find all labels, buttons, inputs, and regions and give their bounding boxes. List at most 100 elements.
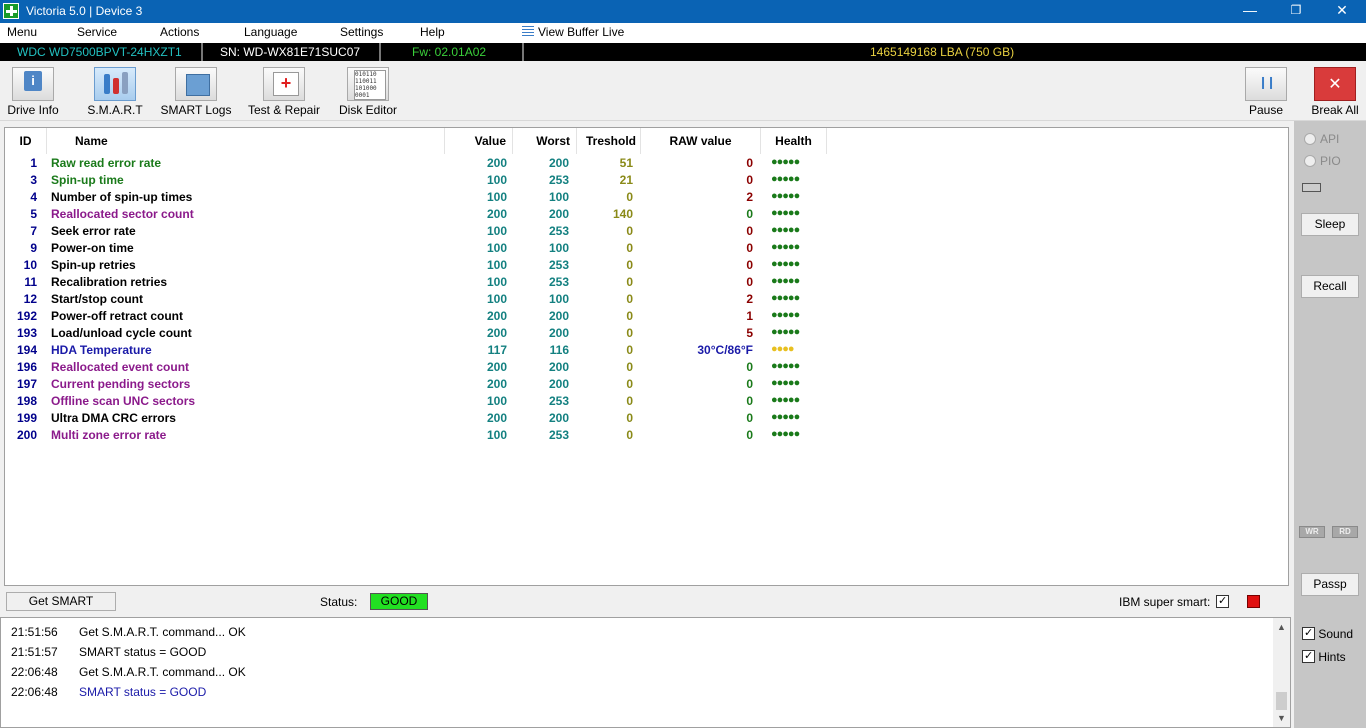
status-label: Status: <box>320 595 358 609</box>
pause-button[interactable]: Pause <box>1244 67 1288 117</box>
menu-item-actions[interactable]: Actions <box>160 25 199 39</box>
attr-name: Spin-up retries <box>51 258 136 272</box>
attr-raw: 0 <box>746 258 753 272</box>
attr-value: 100 <box>486 394 507 408</box>
table-row[interactable]: 198 Offline scan UNC sectors 100 253 0 0 ●●●●● <box>5 394 835 411</box>
col-header-threshold[interactable]: Treshold <box>577 128 641 154</box>
attr-worst: 200 <box>548 326 569 340</box>
attr-value: 100 <box>486 292 507 306</box>
table-row[interactable]: 5 Reallocated sector count 200 200 140 0 ●●●●● <box>5 207 835 224</box>
table-row[interactable]: 1 Raw read error rate 200 200 51 0 ●●●●● <box>5 156 835 173</box>
attr-value: 117 <box>487 343 507 357</box>
table-row[interactable]: 4 Number of spin-up times 100 100 0 2 ●●●●● <box>5 190 835 207</box>
attr-value: 100 <box>486 190 507 204</box>
menu-item-language[interactable]: Language <box>244 25 297 39</box>
restore-button[interactable]: ❐ <box>1273 0 1319 23</box>
drive-info-button[interactable]: Drive Info <box>6 67 60 117</box>
recall-button[interactable]: Recall <box>1301 275 1359 298</box>
log-message: Get S.M.A.R.T. command... OK <box>79 625 246 639</box>
table-row[interactable]: 10 Spin-up retries 100 253 0 0 ●●●●● <box>5 258 835 275</box>
test-tubes-icon <box>94 67 136 101</box>
table-row[interactable]: 194 HDA Temperature 117 116 0 30°C/86°F ●●●● <box>5 343 835 360</box>
table-row[interactable]: 3 Spin-up time 100 253 21 0 ●●●●● <box>5 173 835 190</box>
minimize-button[interactable]: — <box>1227 0 1273 23</box>
log-time: 21:51:56 <box>11 625 58 639</box>
table-row[interactable]: 7 Seek error rate 100 253 0 0 ●●●●● <box>5 224 835 241</box>
menu-item-menu[interactable]: Menu <box>7 25 37 39</box>
break-all-button[interactable]: Break All <box>1310 67 1360 117</box>
attr-worst: 200 <box>548 207 569 221</box>
log-time: 21:51:57 <box>11 645 58 659</box>
table-row[interactable]: 12 Start/stop count 100 100 0 2 ●●●●● <box>5 292 835 309</box>
attr-worst: 200 <box>548 309 569 323</box>
menu-item-help[interactable]: Help <box>420 25 445 39</box>
attr-raw: 30°C/86°F <box>697 343 753 357</box>
attr-name: Power-off retract count <box>51 309 184 323</box>
stop-x-icon <box>1314 67 1356 101</box>
col-header-name[interactable]: Name <box>47 128 445 154</box>
attr-raw: 0 <box>746 173 753 187</box>
hints-checkbox[interactable] <box>1302 649 1315 663</box>
pio-radio[interactable]: PIO <box>1304 154 1341 168</box>
table-row[interactable]: 11 Recalibration retries 100 253 0 0 ●●●●● <box>5 275 835 292</box>
col-header-id[interactable]: ID <box>5 128 47 154</box>
attr-name: Offline scan UNC sectors <box>51 394 196 408</box>
attr-threshold: 51 <box>619 156 633 170</box>
app-cross-icon <box>3 3 19 19</box>
right-sidebar: API PIO Sleep Recall WR RD Passp <box>1294 121 1366 616</box>
close-button[interactable]: ✕ <box>1319 0 1365 23</box>
scroll-thumb[interactable] <box>1276 692 1287 710</box>
passp-button[interactable]: Passp <box>1301 573 1359 596</box>
log-folder-icon <box>175 67 217 101</box>
sound-option[interactable]: Sound <box>1302 626 1353 641</box>
red-indicator <box>1247 595 1260 608</box>
pio-label: PIO <box>1320 154 1341 168</box>
table-row[interactable]: 200 Multi zone error rate 100 253 0 0 ●●●●● <box>5 428 835 445</box>
col-header-raw[interactable]: RAW value <box>641 128 761 154</box>
scroll-down-icon[interactable]: ▼ <box>1277 713 1286 723</box>
log-scrollbar[interactable]: ▲ ▼ <box>1273 618 1290 727</box>
table-row[interactable]: 196 Reallocated event count 200 200 0 0 ●●●●● <box>5 360 835 377</box>
attr-name: HDA Temperature <box>51 343 152 357</box>
attr-threshold: 0 <box>626 258 633 272</box>
attr-threshold: 21 <box>619 173 633 187</box>
divider <box>522 43 524 61</box>
api-radio[interactable]: API <box>1304 132 1339 146</box>
menu-item-settings[interactable]: Settings <box>340 25 383 39</box>
attr-worst: 100 <box>548 292 569 306</box>
col-header-worst[interactable]: Worst <box>513 128 577 154</box>
attr-worst: 200 <box>548 377 569 391</box>
sleep-button[interactable]: Sleep <box>1301 213 1359 236</box>
rd-indicator: RD <box>1332 526 1358 538</box>
attr-threshold: 0 <box>626 326 633 340</box>
sound-checkbox[interactable] <box>1302 626 1315 640</box>
test-repair-button[interactable]: Test & Repair <box>245 67 323 117</box>
attr-health-dots: ●●●●● <box>771 258 800 270</box>
attr-name: Recalibration retries <box>51 275 168 289</box>
drive-firmware: Fw: 02.01A02 <box>412 45 487 59</box>
attr-threshold: 0 <box>626 224 633 238</box>
attr-health-dots: ●●●●● <box>771 394 800 406</box>
table-row[interactable]: 9 Power-on time 100 100 0 0 ●●●●● <box>5 241 835 258</box>
hints-option[interactable]: Hints <box>1302 649 1346 664</box>
attr-threshold: 0 <box>626 360 633 374</box>
attr-health-dots: ●●●●● <box>771 190 800 202</box>
col-header-value[interactable]: Value <box>445 128 513 154</box>
smart-button[interactable]: S.M.A.R.T <box>85 67 145 117</box>
smart-logs-button[interactable]: SMART Logs <box>160 67 232 117</box>
menu-item-service[interactable]: Service <box>77 25 117 39</box>
col-header-health[interactable]: Health <box>761 128 827 154</box>
attr-health-dots: ●●●●● <box>771 275 800 287</box>
activity-indicator <box>1302 183 1321 192</box>
table-row[interactable]: 199 Ultra DMA CRC errors 200 200 0 0 ●●●●● <box>5 411 835 428</box>
drive-model: WDC WD7500BPVT-24HXZT1 <box>17 45 182 59</box>
table-row[interactable]: 192 Power-off retract count 200 200 0 1 ●●●●● <box>5 309 835 326</box>
table-row[interactable]: 197 Current pending sectors 200 200 0 0 ●●●●● <box>5 377 835 394</box>
scroll-up-icon[interactable]: ▲ <box>1277 622 1286 632</box>
table-row[interactable]: 193 Load/unload cycle count 200 200 0 5 ●●●●● <box>5 326 835 343</box>
disk-editor-button[interactable]: Disk Editor <box>336 67 400 117</box>
get-smart-button[interactable]: Get SMART <box>6 592 116 611</box>
ibm-super-smart-checkbox[interactable] <box>1216 594 1229 608</box>
attr-health-dots: ●●●●● <box>771 428 800 440</box>
view-buffer-live-button[interactable]: View Buffer Live <box>522 25 624 39</box>
